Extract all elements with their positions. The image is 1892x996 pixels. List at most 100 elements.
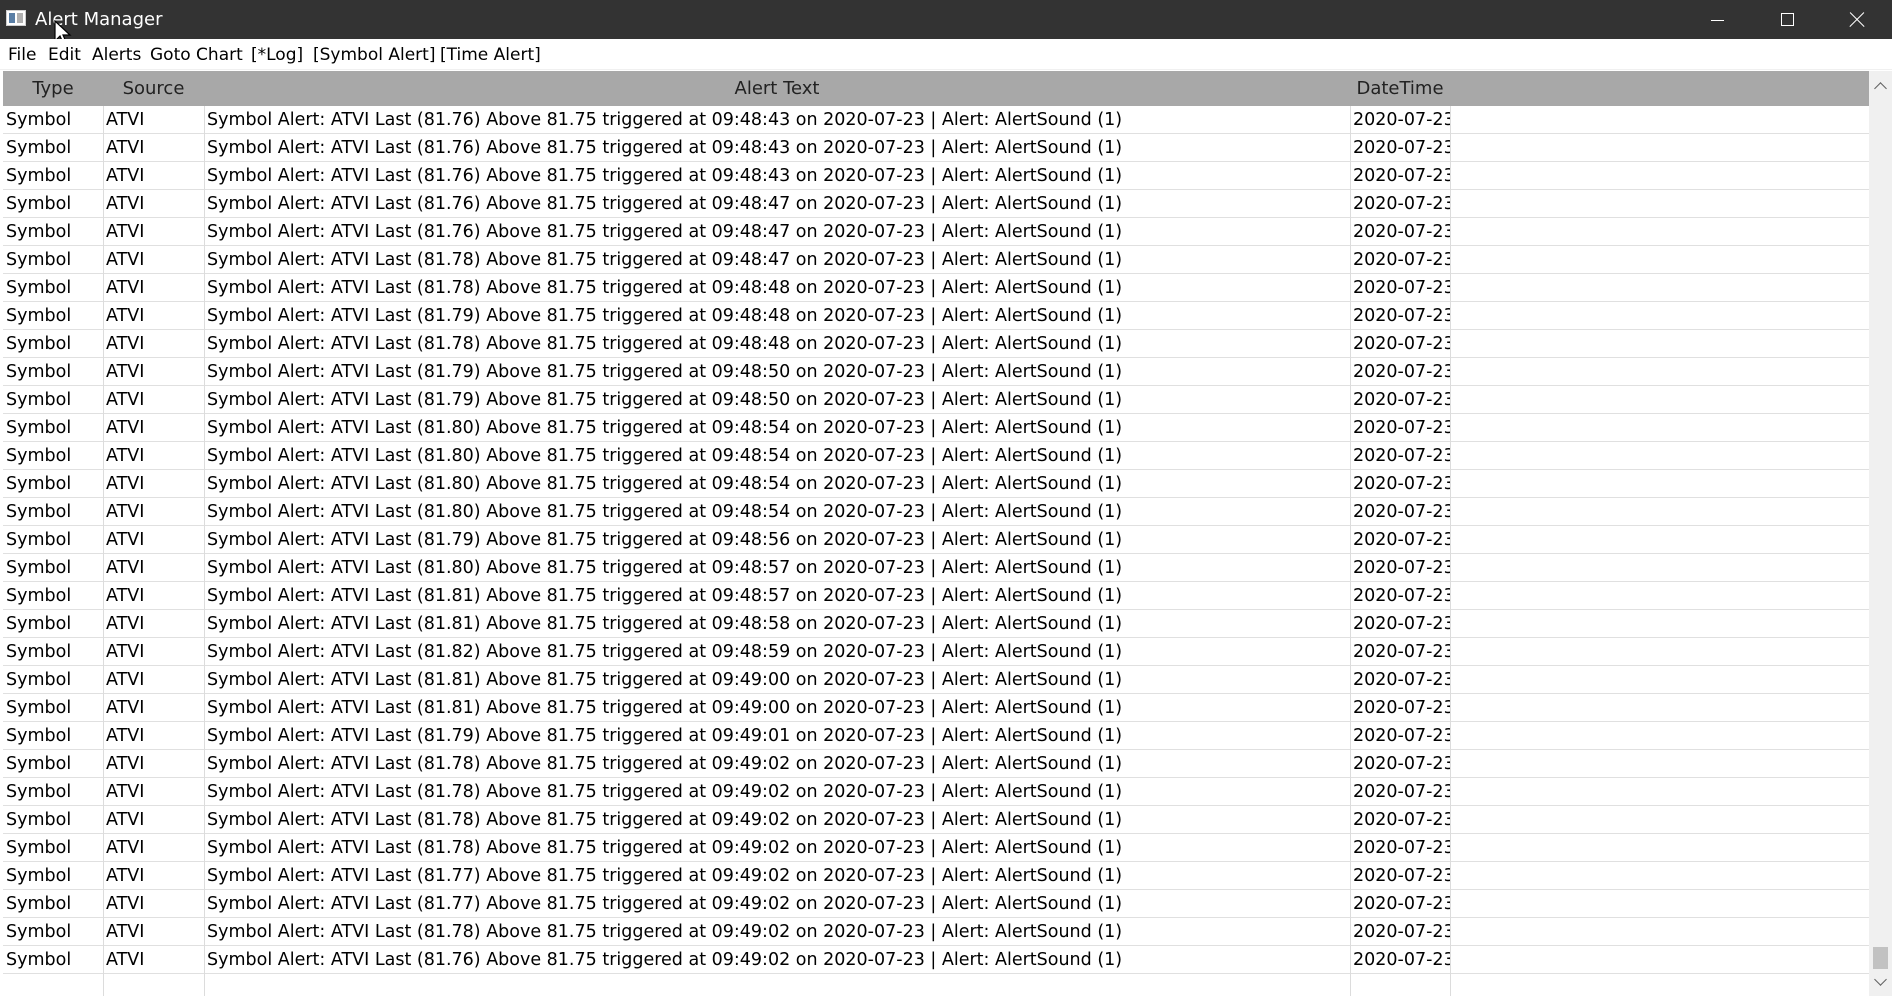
close-button[interactable] xyxy=(1822,0,1892,39)
cell-source: ATVI xyxy=(106,222,145,242)
menu-symbol-alert[interactable]: [Symbol Alert] xyxy=(313,39,435,69)
cell-type: Symbol xyxy=(6,670,72,690)
menu-file[interactable]: File xyxy=(8,39,36,69)
cell-source: ATVI xyxy=(106,530,145,550)
cell-source: ATVI xyxy=(106,754,145,774)
table-row[interactable]: Symbol ATVI Symbol Alert: ATVI Last (81.79… xyxy=(3,302,1869,330)
table-row[interactable]: Symbol ATVI Symbol Alert: ATVI Last (81.77… xyxy=(3,890,1869,918)
cell-alert-text: Symbol Alert: ATVI Last (81.80) Above 81… xyxy=(207,502,1123,522)
column-header-alert-text[interactable]: Alert Text xyxy=(204,71,1350,106)
cell-alert-text: Symbol Alert: ATVI Last (81.77) Above 81… xyxy=(207,894,1123,914)
table-row[interactable]: Symbol ATVI Symbol Alert: ATVI Last (81.81… xyxy=(3,582,1869,610)
cell-source: ATVI xyxy=(106,474,145,494)
column-divider xyxy=(103,106,104,996)
cell-datetime: 2020-07-23 xyxy=(1353,362,1450,382)
minimize-icon xyxy=(1711,20,1724,21)
cell-type: Symbol xyxy=(6,334,72,354)
table-row[interactable]: Symbol ATVI Symbol Alert: ATVI Last (81.77… xyxy=(3,862,1869,890)
table-row[interactable]: Symbol ATVI Symbol Alert: ATVI Last (81.78… xyxy=(3,806,1869,834)
table-row[interactable]: Symbol ATVI Symbol Alert: ATVI Last (81.78… xyxy=(3,330,1869,358)
cell-type: Symbol xyxy=(6,474,72,494)
menu-goto-chart[interactable]: Goto Chart xyxy=(150,39,243,69)
table-row[interactable]: Symbol ATVI Symbol Alert: ATVI Last (81.81… xyxy=(3,694,1869,722)
table-row[interactable]: Symbol ATVI Symbol Alert: ATVI Last (81.81… xyxy=(3,666,1869,694)
cell-type: Symbol xyxy=(6,138,72,158)
cell-source: ATVI xyxy=(106,390,145,410)
cell-type: Symbol xyxy=(6,166,72,186)
cell-type: Symbol xyxy=(6,810,72,830)
table-row[interactable]: Symbol ATVI Symbol Alert: ATVI Last (81.82… xyxy=(3,638,1869,666)
cell-alert-text: Symbol Alert: ATVI Last (81.79) Above 81… xyxy=(207,306,1123,326)
cell-datetime: 2020-07-23 xyxy=(1353,726,1450,746)
cell-datetime: 2020-07-23 xyxy=(1353,810,1450,830)
cell-alert-text: Symbol Alert: ATVI Last (81.76) Above 81… xyxy=(207,950,1123,970)
cell-alert-text: Symbol Alert: ATVI Last (81.76) Above 81… xyxy=(207,222,1123,242)
cell-type: Symbol xyxy=(6,110,72,130)
cell-source: ATVI xyxy=(106,782,145,802)
table-row[interactable]: Symbol ATVI Symbol Alert: ATVI Last (81.76… xyxy=(3,106,1869,134)
cell-datetime: 2020-07-23 xyxy=(1353,222,1450,242)
cell-datetime: 2020-07-23 xyxy=(1353,642,1450,662)
scroll-up-button[interactable] xyxy=(1869,75,1892,95)
cell-alert-text: Symbol Alert: ATVI Last (81.76) Above 81… xyxy=(207,110,1123,130)
table-row[interactable]: Symbol ATVI Symbol Alert: ATVI Last (81.78… xyxy=(3,778,1869,806)
table-row[interactable]: Symbol ATVI Symbol Alert: ATVI Last (81.76… xyxy=(3,190,1869,218)
table-row[interactable]: Symbol ATVI Symbol Alert: ATVI Last (81.80… xyxy=(3,470,1869,498)
vertical-scrollbar[interactable] xyxy=(1869,71,1892,996)
table-row[interactable]: Symbol ATVI Symbol Alert: ATVI Last (81.80… xyxy=(3,498,1869,526)
scroll-down-button[interactable] xyxy=(1869,972,1892,992)
cell-datetime: 2020-07-23 xyxy=(1353,166,1450,186)
scroll-thumb[interactable] xyxy=(1873,947,1888,969)
table-row[interactable]: Symbol ATVI Symbol Alert: ATVI Last (81.78… xyxy=(3,834,1869,862)
cell-datetime: 2020-07-23 xyxy=(1353,698,1450,718)
table-row[interactable]: Symbol ATVI Symbol Alert: ATVI Last (81.81… xyxy=(3,610,1869,638)
table-row[interactable]: Symbol ATVI Symbol Alert: ATVI Last (81.78… xyxy=(3,246,1869,274)
cell-type: Symbol xyxy=(6,754,72,774)
table-row[interactable]: Symbol ATVI Symbol Alert: ATVI Last (81.79… xyxy=(3,358,1869,386)
table-row[interactable]: Symbol ATVI Symbol Alert: ATVI Last (81.80… xyxy=(3,554,1869,582)
title-bar[interactable]: Alert Manager xyxy=(0,0,1892,46)
cell-alert-text: Symbol Alert: ATVI Last (81.80) Above 81… xyxy=(207,418,1123,438)
cell-source: ATVI xyxy=(106,586,145,606)
minimize-button[interactable] xyxy=(1682,0,1752,39)
table-row[interactable]: Symbol ATVI Symbol Alert: ATVI Last (81.78… xyxy=(3,918,1869,946)
cell-type: Symbol xyxy=(6,894,72,914)
table-row[interactable]: Symbol ATVI Symbol Alert: ATVI Last (81.76… xyxy=(3,218,1869,246)
app-icon xyxy=(6,10,26,26)
cell-datetime: 2020-07-23 xyxy=(1353,390,1450,410)
cell-alert-text: Symbol Alert: ATVI Last (81.76) Above 81… xyxy=(207,166,1123,186)
alerts-grid[interactable]: Type Source Alert Text DateTime Symbol AT… xyxy=(3,71,1869,996)
table-row[interactable]: Symbol ATVI Symbol Alert: ATVI Last (81.78… xyxy=(3,750,1869,778)
table-row[interactable]: Symbol ATVI Symbol Alert: ATVI Last (81.80… xyxy=(3,414,1869,442)
cell-source: ATVI xyxy=(106,726,145,746)
table-row[interactable]: Symbol ATVI Symbol Alert: ATVI Last (81.76… xyxy=(3,946,1869,974)
menu-edit[interactable]: Edit xyxy=(48,39,81,69)
cell-alert-text: Symbol Alert: ATVI Last (81.79) Above 81… xyxy=(207,530,1123,550)
cell-datetime: 2020-07-23 xyxy=(1353,278,1450,298)
cell-source: ATVI xyxy=(106,446,145,466)
column-header-datetime[interactable]: DateTime xyxy=(1350,71,1450,106)
cell-source: ATVI xyxy=(106,166,145,186)
cell-type: Symbol xyxy=(6,278,72,298)
column-header-source[interactable]: Source xyxy=(103,71,204,106)
menu-log[interactable]: [*Log] xyxy=(251,39,303,69)
table-row[interactable]: Symbol ATVI Symbol Alert: ATVI Last (81.78… xyxy=(3,274,1869,302)
cell-source: ATVI xyxy=(106,250,145,270)
maximize-button[interactable] xyxy=(1752,0,1822,39)
menu-alerts[interactable]: Alerts xyxy=(92,39,141,69)
table-row[interactable]: Symbol ATVI Symbol Alert: ATVI Last (81.79… xyxy=(3,526,1869,554)
grid-header: Type Source Alert Text DateTime xyxy=(3,71,1869,106)
cell-type: Symbol xyxy=(6,446,72,466)
cell-datetime: 2020-07-23 xyxy=(1353,110,1450,130)
cell-alert-text: Symbol Alert: ATVI Last (81.78) Above 81… xyxy=(207,922,1123,942)
column-header-type[interactable]: Type xyxy=(3,71,103,106)
table-row[interactable]: Symbol ATVI Symbol Alert: ATVI Last (81.79… xyxy=(3,722,1869,750)
cell-source: ATVI xyxy=(106,894,145,914)
table-row[interactable]: Symbol ATVI Symbol Alert: ATVI Last (81.76… xyxy=(3,162,1869,190)
menu-time-alert[interactable]: [Time Alert] xyxy=(440,39,541,69)
table-row[interactable]: Symbol ATVI Symbol Alert: ATVI Last (81.79… xyxy=(3,386,1869,414)
empty-row xyxy=(3,974,1869,996)
table-row[interactable]: Symbol ATVI Symbol Alert: ATVI Last (81.80… xyxy=(3,442,1869,470)
table-row[interactable]: Symbol ATVI Symbol Alert: ATVI Last (81.76… xyxy=(3,134,1869,162)
cell-datetime: 2020-07-23 xyxy=(1353,586,1450,606)
